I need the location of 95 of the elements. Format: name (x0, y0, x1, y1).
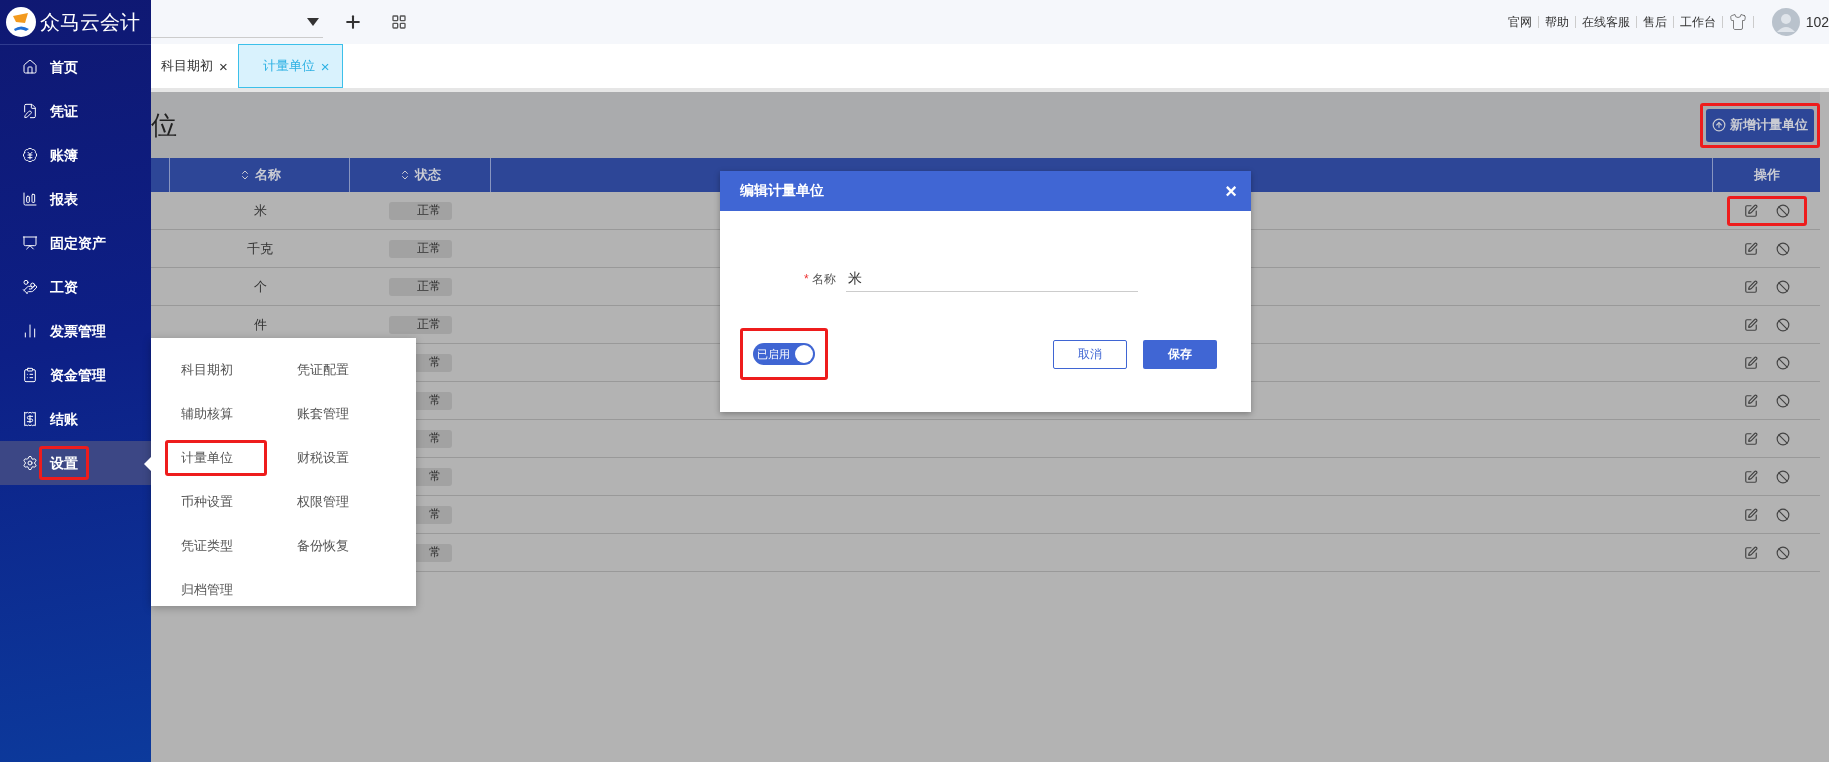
logo-icon (6, 7, 36, 37)
sidebar-item[interactable]: 账簿 (0, 133, 151, 177)
edit-icon[interactable] (1743, 393, 1758, 408)
status-badge: 正常 (389, 201, 452, 220)
sidebar-item[interactable]: 首页 (0, 45, 151, 89)
disable-icon[interactable] (1775, 469, 1790, 484)
sidebar-label: 首页 (49, 58, 79, 77)
column-header[interactable]: 状态 (415, 166, 441, 184)
page-title: 位 (151, 108, 177, 142)
edit-icon[interactable] (1743, 241, 1758, 256)
app-title: 众马云会计 (40, 9, 140, 35)
edit-icon[interactable] (1743, 279, 1758, 294)
disable-icon[interactable] (1775, 545, 1790, 560)
tab[interactable]: 科目期初 × (151, 44, 238, 88)
edit-icon[interactable] (1743, 355, 1758, 370)
edit-icon[interactable] (1743, 317, 1758, 332)
sidebar-label: 资金管理 (49, 366, 107, 385)
cancel-button[interactable]: 取消 (1053, 339, 1127, 369)
edit-icon[interactable] (1743, 469, 1758, 484)
menu-item[interactable]: 科目期初 (165, 352, 267, 388)
disable-icon[interactable] (1775, 241, 1790, 256)
add-icon[interactable] (343, 12, 363, 32)
disable-icon[interactable] (1775, 393, 1790, 408)
sidebar-item[interactable]: 凭证 (0, 89, 151, 133)
disable-icon[interactable] (1775, 203, 1790, 218)
close-button[interactable]: × (1225, 179, 1237, 203)
top-link[interactable]: 官网 (1507, 13, 1532, 31)
edit-icon[interactable] (1743, 507, 1758, 522)
status-badge: 正常 (389, 277, 452, 296)
caret-icon (307, 17, 319, 26)
sidebar-label: 结账 (49, 410, 79, 429)
shirt-icon[interactable] (1728, 13, 1747, 31)
edit-icon[interactable] (1743, 431, 1758, 446)
sidebar-label: 凭证 (49, 102, 79, 121)
grid-icon[interactable] (391, 14, 407, 30)
sidebar-item[interactable]: 资金管理 (0, 353, 151, 397)
sidebar-label: 发票管理 (49, 322, 107, 341)
menu-item[interactable]: 币种设置 (165, 484, 267, 520)
settings-icon (22, 455, 38, 471)
edit-icon[interactable] (1743, 545, 1758, 560)
top-link[interactable]: 在线客服 (1581, 13, 1630, 31)
top-link[interactable]: 工作台 (1679, 13, 1716, 31)
sidebar-item[interactable]: 设置 (0, 441, 151, 485)
sidebar-item[interactable]: 工资 (0, 265, 151, 309)
disable-icon[interactable] (1775, 431, 1790, 446)
table-cell: 件 (253, 315, 267, 334)
field-label: * 名称 (804, 271, 836, 288)
add-unit-button[interactable]: 新增计量单位 (1706, 108, 1814, 142)
column-header: 操作 (1753, 166, 1780, 184)
menu-item[interactable]: 计量单位 (165, 440, 267, 476)
coins-icon (22, 279, 38, 295)
top-link[interactable]: 售后 (1642, 13, 1667, 31)
receipt-icon (22, 411, 38, 427)
sidebar-label: 设置 (39, 446, 89, 480)
menu-item[interactable]: 归档管理 (165, 572, 267, 608)
disable-icon[interactable] (1775, 279, 1790, 294)
sidebar-label: 报表 (48, 190, 79, 209)
status-badge: 正常 (389, 239, 452, 258)
menu-item[interactable]: 凭证类型 (165, 528, 267, 564)
edit-icon[interactable] (1743, 203, 1758, 218)
sidebar-label: 工资 (49, 278, 79, 297)
sidebar-item[interactable]: 报表 (0, 177, 151, 221)
disable-icon[interactable] (1775, 507, 1790, 522)
menu-item[interactable]: 账套管理 (281, 396, 383, 432)
upload-icon (1712, 118, 1726, 132)
table-cell: 个 (253, 277, 267, 296)
user-name[interactable]: 102 (1805, 14, 1829, 30)
screen-icon (22, 235, 38, 251)
menu-item[interactable]: 权限管理 (281, 484, 383, 520)
sidebar-item[interactable]: 结账 (0, 397, 151, 441)
yen-icon (22, 147, 38, 163)
menu-item[interactable]: 辅助核算 (165, 396, 267, 432)
sort-icon[interactable] (399, 169, 411, 181)
clipboard-icon (22, 367, 38, 383)
table-cell: 千克 (247, 239, 273, 258)
disable-icon[interactable] (1775, 317, 1790, 332)
pen-document-icon (22, 103, 38, 119)
sidebar-item[interactable]: 固定资产 (0, 221, 151, 265)
column-header[interactable]: 名称 (254, 166, 281, 184)
menu-item[interactable]: 备份恢复 (281, 528, 383, 564)
table-cell: 米 (253, 201, 267, 220)
sidebar-item[interactable]: 发票管理 (0, 309, 151, 353)
menu-item[interactable]: 凭证配置 (281, 352, 383, 388)
top-link[interactable]: 帮助 (1544, 13, 1569, 31)
menu-item[interactable]: 财税设置 (281, 440, 383, 476)
chart-icon (22, 191, 38, 207)
sidebar-label: 账簿 (49, 146, 79, 165)
status-badge: 正常 (389, 315, 452, 334)
home-icon (22, 59, 38, 75)
enabled-toggle[interactable]: 已启用 (753, 343, 815, 365)
save-button[interactable]: 保存 (1143, 339, 1217, 369)
dialog-title: 编辑计量单位 (740, 182, 824, 200)
disable-icon[interactable] (1775, 355, 1790, 370)
chart-icon (22, 323, 38, 339)
sidebar-label: 固定资产 (49, 234, 107, 253)
